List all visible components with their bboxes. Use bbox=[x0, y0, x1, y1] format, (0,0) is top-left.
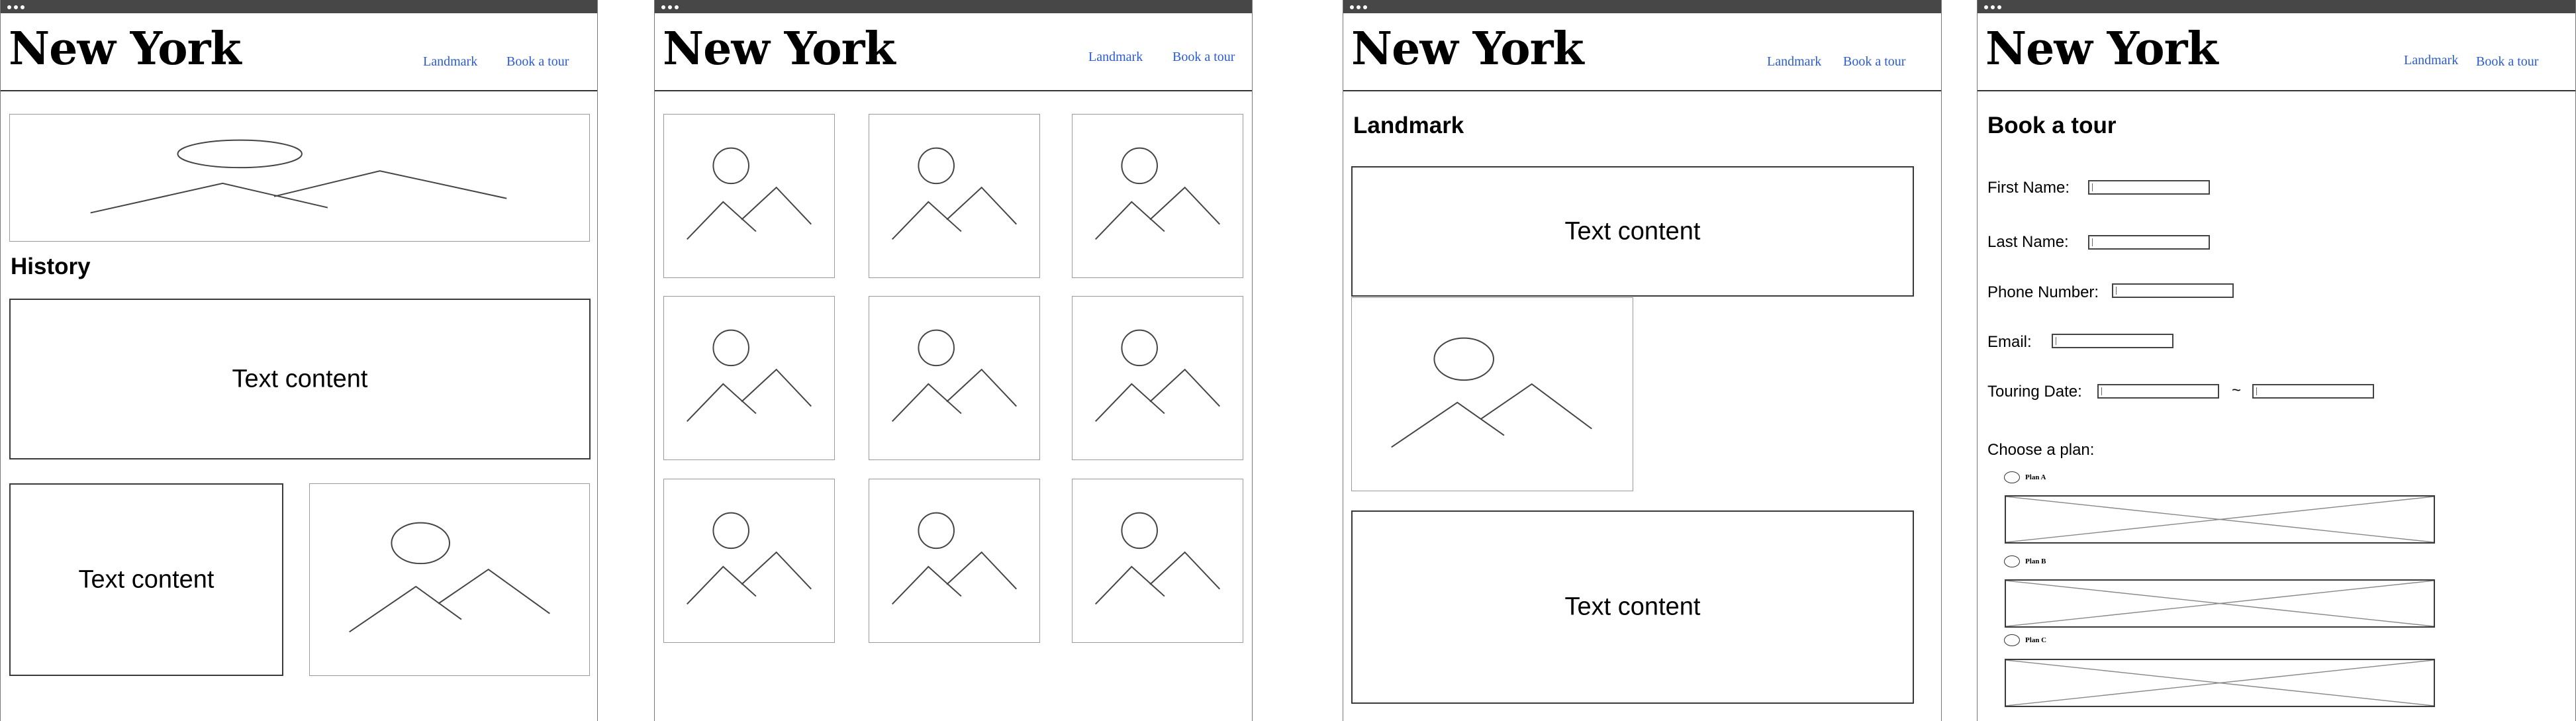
choose-plan-label: Choose a plan: bbox=[1987, 441, 2095, 459]
window-dot bbox=[1363, 5, 1367, 9]
x-placeholder-icon bbox=[2006, 581, 2434, 626]
wireframe-home: New York Landmark Book a tour History Te… bbox=[0, 0, 598, 721]
gallery-image-placeholder[interactable] bbox=[663, 296, 835, 460]
phone-number-field[interactable] bbox=[2112, 283, 2234, 298]
section-heading-history: History bbox=[11, 254, 91, 279]
text-content-label: Text content bbox=[78, 565, 215, 593]
window-dot bbox=[1984, 5, 1988, 9]
text-content-block: Text content bbox=[1351, 510, 1914, 704]
touring-date-label: Touring Date: bbox=[1987, 383, 2082, 401]
gallery-image-placeholder[interactable] bbox=[869, 479, 1040, 643]
site-header: New York Landmark Book a tour bbox=[655, 13, 1252, 91]
x-placeholder-icon bbox=[2006, 497, 2434, 542]
mountain-sun-icon bbox=[892, 512, 1017, 605]
hero-image-placeholder bbox=[9, 114, 590, 242]
image-placeholder bbox=[309, 483, 590, 676]
plan-b-placeholder bbox=[2005, 579, 2435, 628]
site-header: New York Landmark Book a tour bbox=[1, 13, 597, 91]
window-dot bbox=[1350, 5, 1354, 9]
nav-link-book-tour[interactable]: Book a tour bbox=[1843, 54, 1905, 70]
email-field[interactable] bbox=[2052, 334, 2173, 348]
nav-link-landmark[interactable]: Landmark bbox=[1088, 50, 1143, 65]
mountain-sun-icon bbox=[892, 147, 1017, 240]
window-dot bbox=[14, 5, 18, 9]
mountain-sun-icon bbox=[1095, 512, 1220, 605]
gallery-image-placeholder[interactable] bbox=[1072, 479, 1243, 643]
gallery-image-placeholder[interactable] bbox=[663, 479, 835, 643]
site-logo[interactable]: New York bbox=[1985, 23, 2218, 77]
mountain-sun-icon bbox=[687, 329, 812, 422]
plan-b-radio[interactable] bbox=[2004, 555, 2020, 567]
window-dot bbox=[7, 5, 11, 9]
window-titlebar bbox=[1, 0, 597, 13]
mountain-sun-icon bbox=[1391, 337, 1592, 448]
phone-number-label: Phone Number: bbox=[1987, 283, 2099, 301]
window-titlebar bbox=[1343, 0, 1941, 13]
mountain-sun-icon bbox=[1095, 329, 1220, 422]
plan-a-radio[interactable] bbox=[2004, 471, 2020, 483]
window-dot bbox=[661, 5, 665, 9]
gallery-image-placeholder[interactable] bbox=[663, 114, 835, 278]
mountain-sun-icon bbox=[349, 522, 550, 633]
window-dot bbox=[668, 5, 672, 9]
plan-a-placeholder bbox=[2005, 495, 2435, 544]
window-titlebar bbox=[655, 0, 1252, 13]
nav-link-book-tour[interactable]: Book a tour bbox=[506, 54, 569, 70]
wireframe-landmark: New York Landmark Book a tour Landmark T… bbox=[1343, 0, 1942, 721]
nav-link-landmark[interactable]: Landmark bbox=[2404, 53, 2458, 68]
plan-b-label: Plan B bbox=[2025, 557, 2046, 565]
gallery-image-placeholder[interactable] bbox=[1072, 114, 1243, 278]
window-dot bbox=[21, 5, 24, 9]
window-dot bbox=[1991, 5, 1995, 9]
mountain-sun-icon bbox=[687, 147, 812, 240]
nav-link-book-tour[interactable]: Book a tour bbox=[2476, 54, 2538, 70]
mountain-sun-icon bbox=[1095, 147, 1220, 240]
site-header: New York Landmark Book a tour bbox=[1978, 13, 2575, 91]
touring-date-start-field[interactable] bbox=[2097, 384, 2219, 399]
touring-date-end-field[interactable] bbox=[2252, 384, 2374, 399]
text-content-label: Text content bbox=[232, 365, 368, 393]
wireframe-gallery: New York Landmark Book a tour bbox=[654, 0, 1253, 721]
plan-a-label: Plan A bbox=[2025, 473, 2046, 481]
mountain-sun-icon bbox=[687, 512, 812, 605]
x-placeholder-icon bbox=[2006, 660, 2434, 706]
first-name-label: First Name: bbox=[1987, 179, 2070, 197]
text-content-label: Text content bbox=[1564, 217, 1701, 245]
site-header: New York Landmark Book a tour bbox=[1343, 13, 1941, 91]
image-placeholder bbox=[1351, 297, 1633, 491]
nav-link-landmark[interactable]: Landmark bbox=[423, 54, 477, 70]
mountain-sun-icon bbox=[892, 329, 1017, 422]
page-title: Book a tour bbox=[1987, 113, 2117, 138]
window-dot bbox=[675, 5, 679, 9]
last-name-field[interactable] bbox=[2088, 235, 2210, 250]
window-dot bbox=[1997, 5, 2001, 9]
plan-c-placeholder bbox=[2005, 659, 2435, 707]
site-logo[interactable]: New York bbox=[9, 23, 242, 77]
site-logo[interactable]: New York bbox=[1351, 23, 1584, 77]
window-dot bbox=[1357, 5, 1360, 9]
gallery-image-placeholder[interactable] bbox=[1072, 296, 1243, 460]
gallery-image-placeholder[interactable] bbox=[869, 296, 1040, 460]
date-range-separator: ~ bbox=[2232, 381, 2242, 399]
window-titlebar bbox=[1978, 0, 2575, 13]
wireframe-booking: New York Landmark Book a tour Book a tou… bbox=[1977, 0, 2576, 721]
text-content-label: Text content bbox=[1564, 593, 1701, 621]
plan-c-label: Plan C bbox=[2025, 636, 2047, 644]
text-content-block: Text content bbox=[1351, 166, 1914, 297]
gallery-image-placeholder[interactable] bbox=[869, 114, 1040, 278]
email-label: Email: bbox=[1987, 333, 2032, 351]
text-content-block: Text content bbox=[9, 483, 283, 676]
plan-c-radio[interactable] bbox=[2004, 634, 2020, 646]
mountain-sun-icon bbox=[90, 139, 507, 214]
page-title: Landmark bbox=[1353, 113, 1464, 138]
nav-link-book-tour[interactable]: Book a tour bbox=[1172, 50, 1235, 65]
nav-link-landmark[interactable]: Landmark bbox=[1767, 54, 1821, 70]
text-content-block: Text content bbox=[9, 299, 591, 459]
first-name-field[interactable] bbox=[2088, 180, 2210, 195]
site-logo[interactable]: New York bbox=[663, 23, 896, 77]
last-name-label: Last Name: bbox=[1987, 233, 2069, 251]
